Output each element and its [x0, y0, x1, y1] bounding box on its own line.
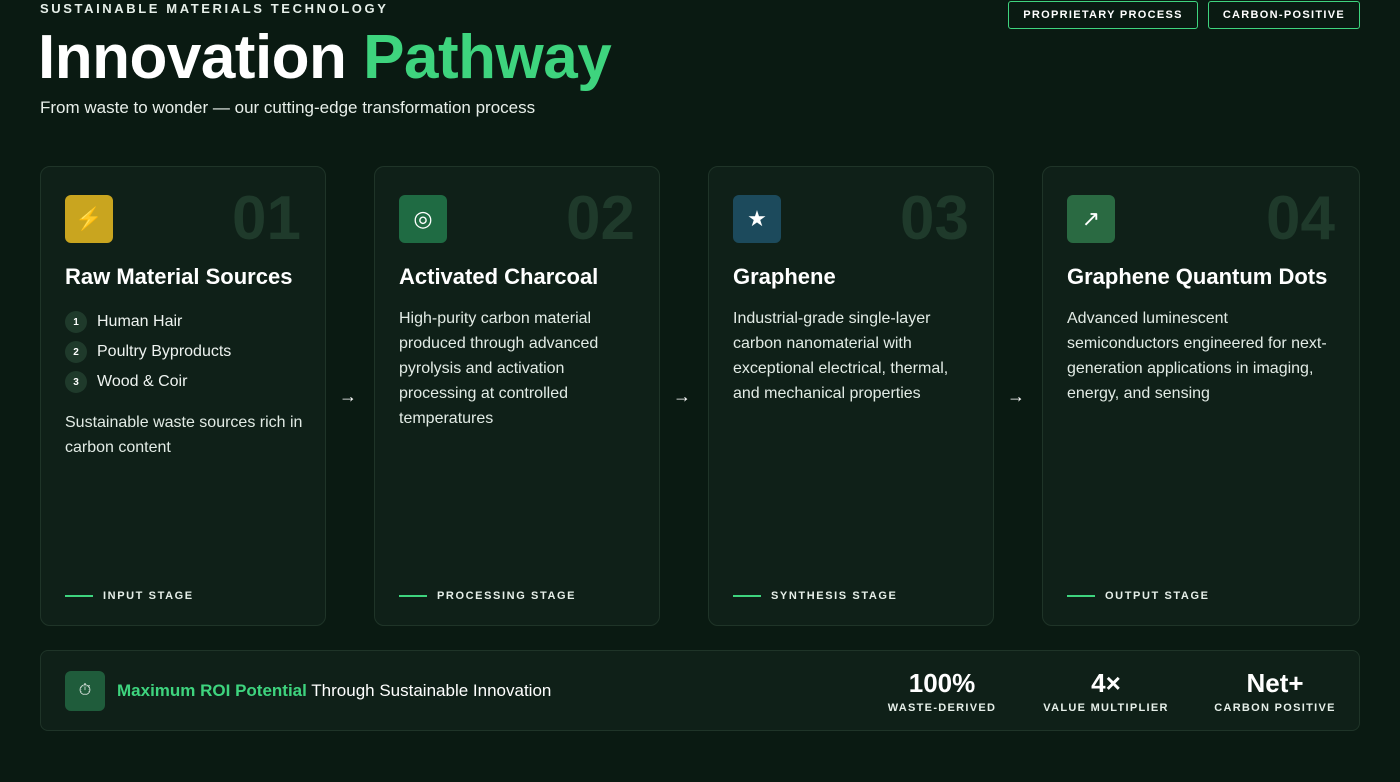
stage-number: 03: [900, 184, 969, 253]
stage-number: 01: [232, 184, 301, 253]
list-number: 2: [65, 341, 87, 363]
badge-proprietary-process: PROPRIETARY PROCESS: [1008, 1, 1198, 29]
stat-label: VALUE MULTIPLIER: [1043, 702, 1169, 714]
roi-highlight: Maximum ROI Potential: [117, 681, 307, 700]
title-main: Innovation: [38, 23, 347, 92]
stage-line: [399, 595, 427, 597]
stopwatch-icon: ⏱: [65, 671, 105, 711]
roi-footer-panel: ⏱ Maximum ROI Potential Through Sustaina…: [40, 650, 1360, 731]
stat-waste-derived: 100% WASTE-DERIVED: [887, 668, 997, 714]
stage-line: [733, 595, 761, 597]
page-subtitle: From waste to wonder — our cutting-edge …: [40, 98, 536, 117]
eyebrow-label: SUSTAINABLE MATERIALS TECHNOLOGY: [40, 1, 389, 16]
list-item: 2 Poultry Byproducts: [65, 337, 231, 367]
stage-label: PROCESSING STAGE: [437, 590, 577, 602]
stage-title: Graphene Quantum Dots: [1067, 264, 1328, 289]
stage-label: OUTPUT STAGE: [1105, 590, 1210, 602]
badge-carbon-positive: CARBON-POSITIVE: [1207, 1, 1360, 29]
stage-number: 02: [566, 184, 635, 253]
target-icon: ◎: [399, 195, 447, 243]
stage-card-raw-materials: ⚡ 01 Raw Material Sources 1 Human Hair 2P…: [40, 166, 326, 626]
arrow-right-icon: →: [339, 386, 357, 406]
page-title: Innovation Pathway: [38, 23, 612, 92]
arrow-right-icon: →: [1007, 386, 1025, 406]
stage-line: [1067, 595, 1095, 597]
stage-card-graphene: ★ 03 Graphene Industrial-grade single-la…: [708, 166, 994, 626]
stat-carbon-positive: Net+ CARBON POSITIVE: [1213, 668, 1337, 714]
stage-label: SYNTHESIS STAGE: [771, 590, 898, 602]
innovation-pathway-page: SUSTAINABLE MATERIALS TECHNOLOGY Innovat…: [0, 0, 1400, 782]
stat-label: CARBON POSITIVE: [1214, 702, 1336, 714]
source-label: Poultry Byproducts: [97, 343, 232, 360]
source-label: Human Hair: [97, 313, 183, 330]
stage-card-activated-charcoal: ◎ 02 Activated Charcoal High-purity carb…: [374, 166, 660, 626]
stage-title: Raw Material Sources: [65, 264, 293, 289]
arrow-right-icon: →: [673, 386, 691, 406]
roi-statement: Maximum ROI Potential Through Sustainabl…: [117, 681, 551, 701]
badge-group: PROPRIETARY PROCESS CARBON-POSITIVE: [1008, 1, 1360, 29]
stage-description: Sustainable waste sources rich in carbon…: [65, 414, 303, 456]
title-accent: Pathway: [363, 23, 612, 92]
stat-value: 4×: [1091, 668, 1121, 698]
lightning-icon: ⚡: [65, 195, 113, 243]
trend-up-arrow-icon: ↗: [1067, 195, 1115, 243]
stage-description: High-purity carbon material produced thr…: [399, 310, 599, 427]
stage-label: INPUT STAGE: [103, 590, 194, 602]
list-item: 3 Wood & Coir: [65, 367, 231, 397]
stat-label: WASTE-DERIVED: [887, 702, 997, 714]
stage-tag: INPUT STAGE: [65, 590, 194, 602]
source-label: Wood & Coir: [97, 373, 188, 390]
stage-line: [65, 595, 93, 597]
stage-description: Industrial-grade single-layer carbon nan…: [733, 310, 949, 402]
stage-number: 04: [1266, 184, 1335, 253]
stage-title: Graphene: [733, 264, 836, 289]
stage-card-quantum-dots: ↗ 04 Graphene Quantum Dots Advanced lumi…: [1042, 166, 1360, 626]
stage-tag: SYNTHESIS STAGE: [733, 590, 897, 602]
list-number: 3: [65, 371, 87, 393]
stat-value-multiplier: 4× VALUE MULTIPLIER: [1041, 668, 1171, 714]
list-number: 1: [65, 311, 87, 333]
stage-description: Advanced luminescent semiconductors engi…: [1067, 310, 1327, 402]
stat-value: 100%: [908, 668, 976, 698]
stage-tag: PROCESSING STAGE: [399, 590, 576, 602]
source-list: 1 Human Hair 2 Poultry Byproducts 3 Wood & …: [65, 307, 231, 397]
star-icon: ★: [733, 195, 781, 243]
roi-text: Through Sustainable Innovation: [306, 681, 552, 700]
stage-title: Activated Charcoal: [399, 264, 599, 289]
stat-value: Net+: [1246, 668, 1304, 698]
stage-tag: OUTPUT STAGE: [1067, 590, 1210, 602]
list-item: 1 Human Hair: [65, 307, 231, 337]
